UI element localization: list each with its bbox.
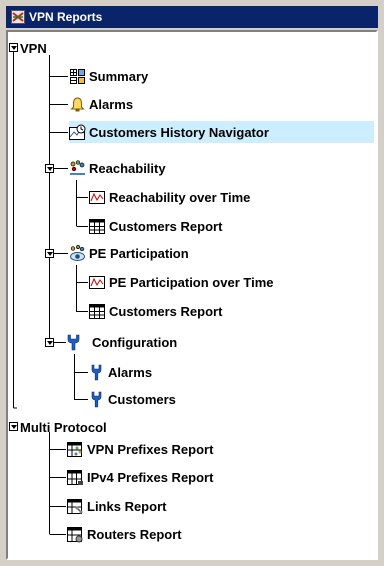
tree-node-label: Customers Report [109,218,223,234]
tree-node-label: Configuration [92,334,178,350]
table-report-icon [89,218,106,235]
tree-node-configuration[interactable]: Configuration [65,331,177,353]
tree-node-pe-participation[interactable]: PE Participation [69,242,189,264]
window-titlebar: VPN Reports [6,6,378,28]
tree-node-vpn[interactable]: VPN [20,37,47,59]
vpn-expander[interactable] [9,43,18,52]
history-chart-icon [69,124,86,141]
tree-node-label: Customers History Navigator [89,124,269,140]
tree-node-label: IPv4 Prefixes Report [87,469,214,485]
wrench-icon [88,364,105,381]
tree-node-alarms[interactable]: Alarms [69,93,133,115]
wrench-icon [88,391,105,408]
tree-node-label: Alarms [89,96,134,112]
pe-participation-expander[interactable] [45,249,54,258]
table-report-icon [89,303,106,320]
configuration-expander[interactable] [45,338,54,347]
summary-grid-icon [69,68,86,85]
links-table-icon [67,498,84,515]
tree-node-pe-customers-report[interactable]: Customers Report [89,300,222,322]
tree-node-label: Reachability over Time [109,189,251,205]
tree-node-links-report[interactable]: Links Report [67,495,166,517]
tree-node-label: Multi Protocol [20,419,107,435]
tree-node-label: Customers [108,391,176,407]
reachability-expander[interactable] [45,164,54,173]
tree-node-label: PE Participation over Time [109,274,274,290]
pe-participation-icon [69,244,86,262]
tree-node-customers-history-navigator[interactable]: Customers History Navigator [69,121,374,143]
wrench-icon [65,334,82,351]
tree-node-reachability-over-time[interactable]: Reachability over Time [89,186,250,208]
bell-icon [69,96,86,113]
tree-node-label: Links Report [87,498,167,514]
line-chart-icon [89,274,106,291]
prefix-table-icon [67,441,84,458]
window-title: VPN Reports [29,10,103,24]
tree-node-label: Summary [89,68,149,84]
tree-node-label: Customers Report [109,303,223,319]
tree-node-label: VPN Prefixes Report [87,441,214,457]
report-tree[interactable]: VPN Summary Alarms Customers History Nav… [6,30,378,560]
line-chart-icon [89,189,106,206]
reachability-icon [69,159,86,177]
tree-node-reachability[interactable]: Reachability [69,157,166,179]
tree-node-configuration-alarms[interactable]: Alarms [88,361,152,383]
tree-node-label: Alarms [108,364,153,380]
tree-node-ipv4-prefixes-report[interactable]: IPv4 Prefixes Report [67,466,213,488]
tree-node-label: PE Participation [89,245,189,261]
tree-node-routers-report[interactable]: Routers Report [67,523,182,545]
tree-node-summary[interactable]: Summary [69,65,148,87]
tree-node-vpn-prefixes-report[interactable]: VPN Prefixes Report [67,438,213,460]
tree-node-pe-participation-over-time[interactable]: PE Participation over Time [89,271,273,293]
tree-node-label: Reachability [89,160,166,176]
tree-node-label: Routers Report [87,526,182,542]
vpn-reports-app-icon [11,10,25,24]
tree-node-multi-protocol[interactable]: Multi Protocol [20,416,107,438]
tree-node-configuration-customers[interactable]: Customers [88,388,176,410]
tree-node-label: VPN [20,40,47,56]
multi-protocol-expander[interactable] [9,422,18,431]
routers-table-icon [67,526,84,543]
tree-node-reachability-customers-report[interactable]: Customers Report [89,215,222,237]
ipv4-table-icon [67,469,84,486]
